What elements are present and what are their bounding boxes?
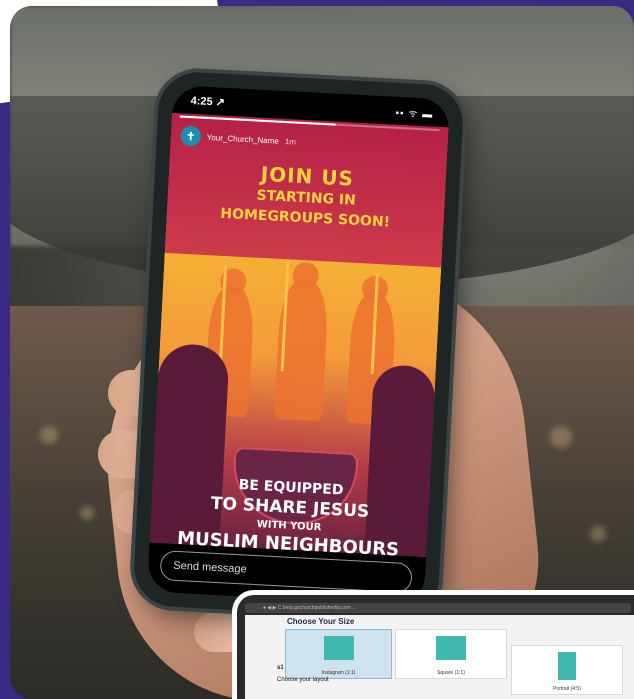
card-label: Instagram (1:1): [321, 670, 356, 676]
bokeh-light: [590, 526, 606, 542]
post-age: 1m: [284, 136, 297, 147]
stage: JOIN US STARTING IN HOMEGROUPS SOON! BE …: [0, 0, 634, 699]
section-number: s1: [277, 665, 284, 671]
laptop-page: Choose Your Size Instagram (1:1) Square …: [245, 615, 634, 699]
thumbnail-image: [323, 636, 354, 660]
laptop-screen: ● ◀ ▶ C beta.gochurchpublishedia.com ...…: [232, 590, 634, 699]
phone-screen: JOIN US STARTING IN HOMEGROUPS SOON! BE …: [146, 85, 451, 606]
card-label: Square (1:1): [437, 670, 465, 676]
bokeh-light: [80, 506, 94, 520]
status-icons: ▪▪ ᯤ ▬: [395, 107, 434, 121]
bokeh-light: [550, 426, 572, 448]
section-label: Choose your layout: [277, 677, 329, 683]
thumbnail-image: [558, 652, 576, 680]
status-time: 4:25 ↗: [190, 95, 226, 109]
size-card-instagram[interactable]: Instagram (1:1): [285, 629, 392, 679]
smartphone: JOIN US STARTING IN HOMEGROUPS SOON! BE …: [132, 70, 465, 621]
size-card-portrait[interactable]: Portrait (4:5): [511, 645, 623, 695]
bokeh-light: [40, 426, 58, 444]
avatar[interactable]: ✝: [180, 125, 202, 147]
story-graphic: JOIN US STARTING IN HOMEGROUPS SOON! BE …: [149, 113, 449, 561]
size-card-square[interactable]: Square (1:1): [395, 629, 507, 679]
card-label: Portrait (4:5): [553, 686, 581, 692]
thumbnail-image: [436, 636, 466, 660]
page-title: Choose Your Size: [287, 617, 355, 626]
account-name[interactable]: Your_Church_Name: [207, 132, 280, 145]
browser-url-bar[interactable]: ● ◀ ▶ C beta.gochurchpublishedia.com ...: [245, 603, 631, 613]
